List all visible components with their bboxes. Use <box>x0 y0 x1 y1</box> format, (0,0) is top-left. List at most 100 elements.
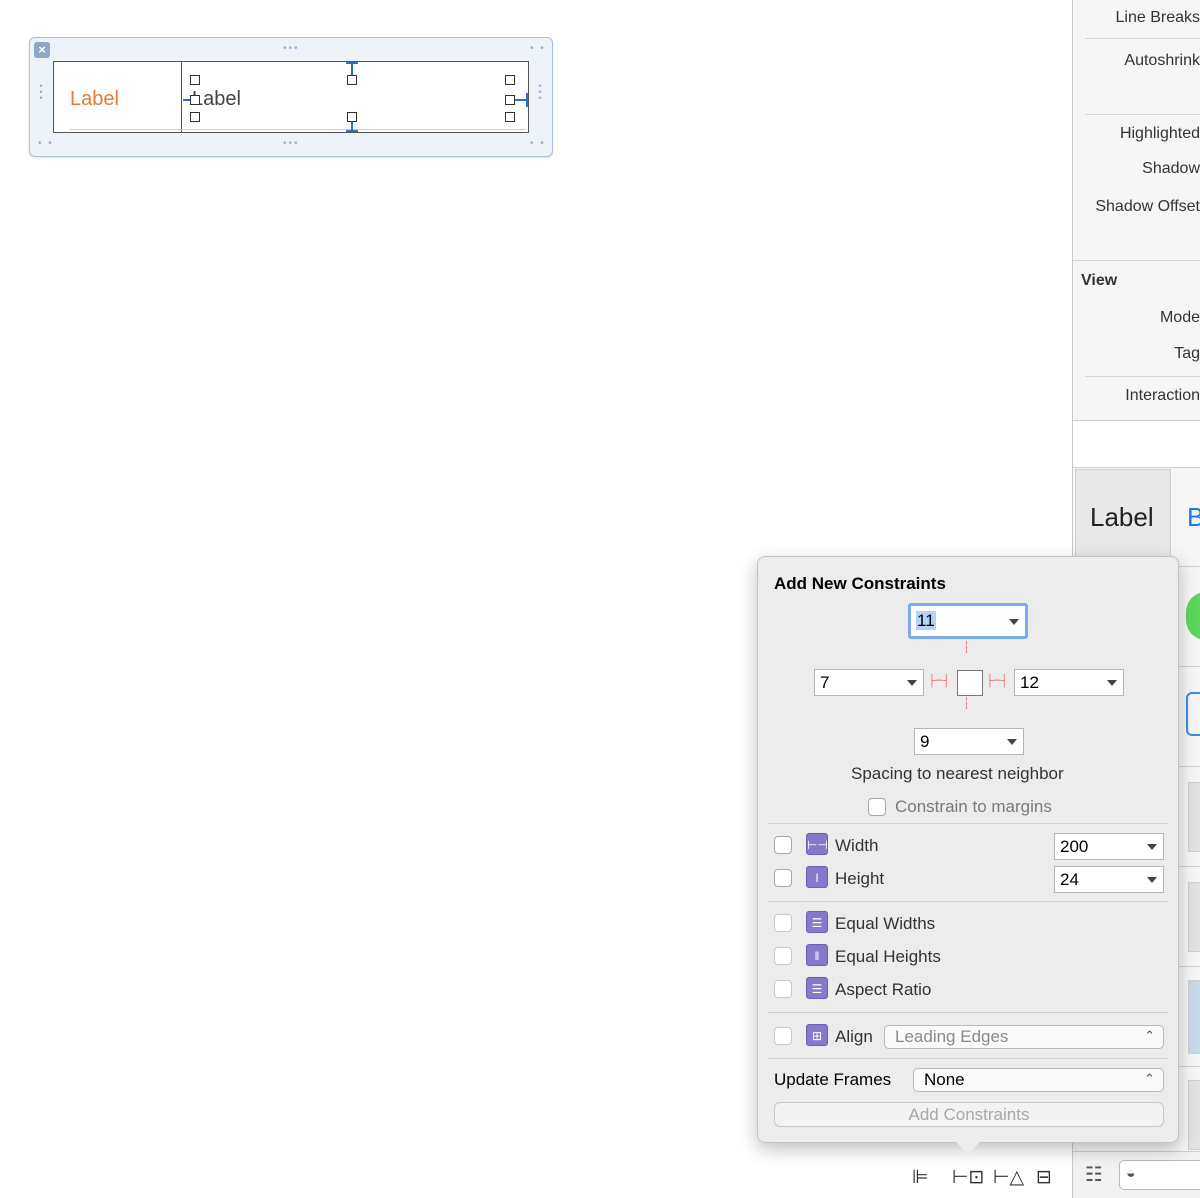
width-checkbox[interactable] <box>774 836 792 854</box>
constraint-bottom-cap <box>346 130 358 132</box>
resize-handle-tc[interactable] <box>347 75 357 85</box>
library-item-tile[interactable] <box>1188 782 1200 852</box>
add-constraints-button[interactable]: Add Constraints <box>774 1102 1164 1127</box>
library-item-tile[interactable] <box>1188 980 1200 1054</box>
top-spacing-value[interactable]: 11 <box>916 611 936 630</box>
width-value-combo[interactable]: 200 <box>1054 833 1164 860</box>
top-strut-icon[interactable]: ┆ <box>963 641 970 654</box>
equal-heights-label: Equal Heights <box>835 947 941 966</box>
scene-view[interactable]: Label Label <box>53 61 529 133</box>
chevron-down-icon[interactable] <box>1147 844 1157 850</box>
align-select[interactable]: Leading Edges ⌃ <box>884 1025 1164 1049</box>
inspector-separator <box>1085 114 1200 115</box>
popover-separator <box>768 1058 1168 1059</box>
inspector-autoshrink-label: Autoshrink <box>1124 52 1200 69</box>
align-label: Align <box>835 1027 873 1046</box>
constraint-leading-line[interactable] <box>183 99 190 101</box>
updown-chevron-icon: ⌃ <box>1144 1028 1155 1043</box>
align-constraint-icon: ⊞ <box>806 1024 828 1046</box>
library-item-label[interactable]: Label <box>1075 469 1171 561</box>
inspector-separator <box>1085 376 1200 377</box>
inspector-shadow-label: Shadow <box>1142 160 1200 177</box>
left-spacing-combo[interactable]: 7 <box>814 669 924 696</box>
library-item-tile[interactable] <box>1188 882 1200 952</box>
top-resize-dots: ••• <box>283 43 300 54</box>
resize-handle-tl[interactable] <box>190 75 200 85</box>
width-value[interactable]: 200 <box>1060 837 1088 856</box>
height-value[interactable]: 24 <box>1060 870 1079 889</box>
resize-handle-bc[interactable] <box>347 112 357 122</box>
popover-arrow <box>956 1142 980 1154</box>
height-checkbox[interactable] <box>774 869 792 887</box>
inspector-separator <box>1073 260 1200 261</box>
scene-container[interactable]: × ••• ••• • • • • • • • • • • • • Label Labe… <box>29 37 553 157</box>
filter-icon: ◒ <box>1126 1165 1136 1182</box>
library-label-text: Label <box>1090 502 1154 532</box>
filter-field[interactable]: ◒ <box>1119 1160 1200 1190</box>
update-frames-select[interactable]: None ⌃ <box>913 1068 1164 1092</box>
equal-heights-checkbox[interactable] <box>774 947 792 965</box>
height-constraint-icon: I <box>806 866 828 888</box>
right-strut-icon[interactable]: ├╌┤ <box>986 674 1008 687</box>
constrain-margins-checkbox[interactable] <box>868 798 886 816</box>
chevron-down-icon[interactable] <box>1147 877 1157 883</box>
baseline-guide <box>70 129 526 130</box>
aspect-ratio-checkbox[interactable] <box>774 980 792 998</box>
library-item-switch[interactable] <box>1186 592 1200 640</box>
top-spacing-combo[interactable]: 11 <box>908 603 1028 639</box>
resize-handle-mr[interactable] <box>505 95 515 105</box>
library-item-stepper[interactable] <box>1186 692 1200 736</box>
inspector-shadow-offset-label: Shadow Offset <box>1095 198 1200 215</box>
popover-separator <box>768 1012 1168 1013</box>
resolve-issues-icon[interactable]: ⊢△ <box>993 1166 1024 1188</box>
library-selector-bar[interactable] <box>1073 420 1200 468</box>
bottom-spacing-value[interactable]: 9 <box>920 732 929 751</box>
left-spacing-value[interactable]: 7 <box>820 673 829 692</box>
library-item-button[interactable]: B <box>1187 502 1200 533</box>
chevron-down-icon[interactable] <box>1007 739 1017 745</box>
resize-handle-tr[interactable] <box>505 75 515 85</box>
pin-icon[interactable]: ⊢⊡ <box>952 1166 984 1188</box>
label-divider <box>181 62 182 132</box>
height-value-combo[interactable]: 24 <box>1054 866 1164 893</box>
inspector-line-breaks-label: Line Breaks <box>1115 9 1200 26</box>
close-icon[interactable]: × <box>34 42 50 58</box>
update-frames-value[interactable]: None <box>924 1070 965 1089</box>
align-select-value[interactable]: Leading Edges <box>895 1027 1008 1046</box>
selected-view-box <box>957 670 983 696</box>
inspector-separator <box>1085 38 1200 39</box>
constrain-margins-label[interactable]: Constrain to margins <box>895 797 1052 817</box>
chevron-down-icon[interactable] <box>1107 680 1117 686</box>
popover-separator <box>768 901 1168 902</box>
bottom-spacing-combo[interactable]: 9 <box>914 728 1024 755</box>
bottom-resize-dots: ••• <box>283 138 300 149</box>
inspector-tag-label: Tag <box>1174 345 1200 362</box>
equal-widths-icon: ☰ <box>806 911 828 933</box>
chevron-down-icon[interactable] <box>907 680 917 686</box>
resize-handle-br[interactable] <box>505 112 515 122</box>
resizing-icon[interactable]: ⊟ <box>1036 1166 1052 1188</box>
align-icon[interactable]: ⊫ <box>912 1166 929 1188</box>
chevron-down-icon[interactable] <box>1009 619 1019 625</box>
add-constraints-popover: Add New Constraints 11 ┆ 7 ├╌┤ ├╌┤ 12 ┆ … <box>757 556 1179 1154</box>
aspect-ratio-icon: ☰ <box>806 977 828 999</box>
library-item-tile[interactable] <box>1188 1080 1200 1150</box>
inspector-bottom-bar: ☷ ◒ <box>1073 1151 1200 1198</box>
outline-toggle-icon[interactable]: ☷ <box>1085 1162 1103 1187</box>
resize-handle-bl[interactable] <box>190 112 200 122</box>
label-left[interactable]: Label <box>70 88 119 111</box>
inspector-section-view: View <box>1081 272 1118 289</box>
align-checkbox[interactable] <box>774 1027 792 1045</box>
aspect-ratio-label: Aspect Ratio <box>835 980 932 999</box>
popover-title: Add New Constraints <box>774 574 946 593</box>
right-spacing-combo[interactable]: 12 <box>1014 669 1124 696</box>
equal-widths-checkbox[interactable] <box>774 914 792 932</box>
left-strut-icon[interactable]: ├╌┤ <box>928 674 950 687</box>
bottom-strut-icon[interactable]: ┆ <box>963 697 970 710</box>
resize-handle-ml[interactable] <box>190 95 200 105</box>
constraint-top-cap <box>346 62 358 64</box>
right-resize-dots: • • • <box>538 81 542 103</box>
corner-dots-bl: • • <box>38 138 54 149</box>
right-spacing-value[interactable]: 12 <box>1020 673 1039 692</box>
constraint-trailing-cap <box>526 93 528 107</box>
